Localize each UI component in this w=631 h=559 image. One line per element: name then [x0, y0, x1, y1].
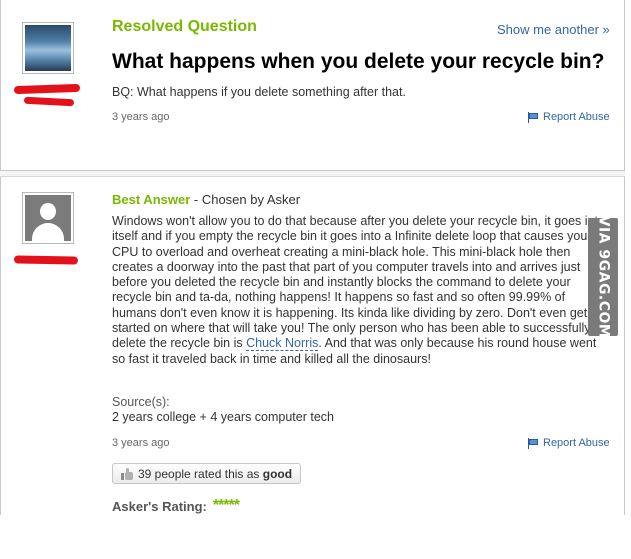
qa-page: Resolved Question Show me another » What… [0, 0, 631, 559]
page-border-right-bottom [624, 170, 625, 515]
report-abuse-answer-link[interactable]: Report Abuse [527, 437, 610, 449]
answer-text-part1: Windows won't allow you to do that becau… [112, 214, 609, 351]
askers-rating: Asker's Rating: ***** [112, 497, 240, 515]
flag-icon [527, 111, 539, 123]
rating-count-text: 39 people rated this as good [138, 466, 293, 481]
section-divider-lower [0, 176, 625, 177]
watermark-logo: VIA 9GAG.COM [588, 215, 618, 339]
sources-label: Source(s): [112, 395, 170, 409]
redacted-asker-name-line2 [23, 96, 75, 107]
askers-rating-label: Asker's Rating: [112, 498, 207, 514]
question-title: What happens when you delete your recycl… [112, 50, 605, 73]
question-timestamp: 3 years ago [112, 111, 170, 123]
rating-button[interactable]: 39 people rated this as good [112, 463, 302, 484]
redacted-asker-name [13, 83, 81, 95]
page-border-left [0, 0, 1, 515]
chuck-norris-link[interactable]: Chuck Norris [246, 336, 319, 352]
asker-avatar[interactable] [22, 22, 74, 74]
default-avatar-icon [25, 195, 71, 241]
show-another-link[interactable]: Show me another » [497, 22, 610, 37]
resolved-question-label: Resolved Question [112, 18, 257, 35]
report-abuse-question-link[interactable]: Report Abuse [527, 111, 610, 123]
redacted-answerer-name [13, 255, 79, 265]
watermark-text: VIA 9GAG.COM [595, 215, 611, 339]
answer-body: Windows won't allow you to do that becau… [112, 214, 612, 367]
sources-text: 2 years college + 4 years computer tech [112, 410, 334, 424]
question-details: BQ: What happens if you delete something… [112, 85, 406, 99]
avatar-photo-icon [25, 25, 71, 71]
page-border-right-top [624, 0, 625, 170]
rating-value: good [262, 466, 293, 481]
answer-timestamp: 3 years ago [112, 437, 170, 449]
best-answer-header: Best Answer - Chosen by Asker [112, 192, 300, 207]
report-abuse-label: Report Abuse [543, 437, 610, 449]
answerer-avatar[interactable] [22, 192, 74, 244]
report-abuse-label: Report Abuse [543, 111, 610, 123]
star-rating: ***** [212, 497, 240, 514]
chosen-by-label: - Chosen by Asker [190, 192, 301, 207]
thumbs-up-icon [121, 467, 133, 480]
best-answer-label: Best Answer [112, 192, 191, 207]
flag-icon [527, 437, 539, 449]
